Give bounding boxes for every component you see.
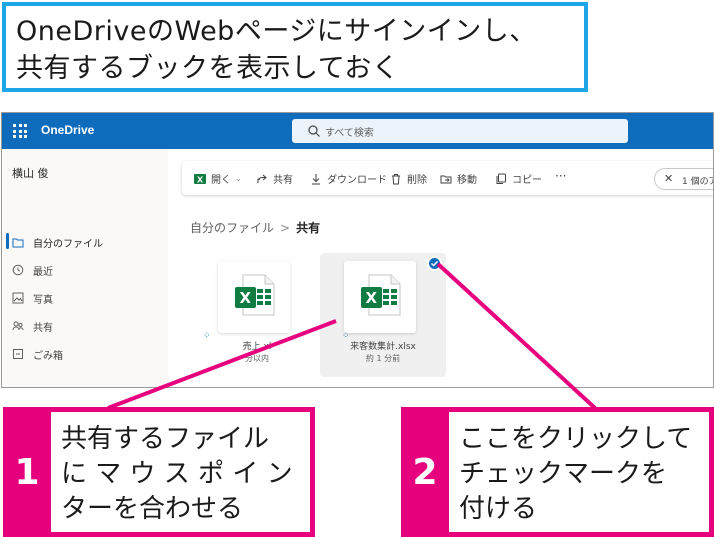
step-2-line: ここをクリックして — [459, 424, 693, 454]
step-1-number: 1 — [3, 407, 51, 537]
pointer-line-2 — [436, 262, 597, 410]
step-1-text: 共有するファイル に マ ウ ス ポ イ ン ターを合わせる — [51, 407, 315, 537]
step-2-line: 付ける — [459, 494, 538, 524]
step-1-line: ターを合わせる — [61, 494, 244, 524]
pointer-line-1 — [107, 319, 337, 410]
step-2-line: チェックマークを — [459, 459, 668, 489]
step-1-callout: 1 共有するファイル に マ ウ ス ポ イ ン ターを合わせる — [3, 407, 315, 537]
step-1-line: に マ ウ ス ポ イ ン — [61, 459, 293, 489]
step-2-callout: 2 ここをクリックして チェックマークを 付ける — [401, 407, 714, 537]
step-2-text: ここをクリックして チェックマークを 付ける — [449, 407, 714, 537]
step-2-number: 2 — [401, 407, 449, 537]
step-1-line: 共有するファイル — [61, 424, 270, 454]
